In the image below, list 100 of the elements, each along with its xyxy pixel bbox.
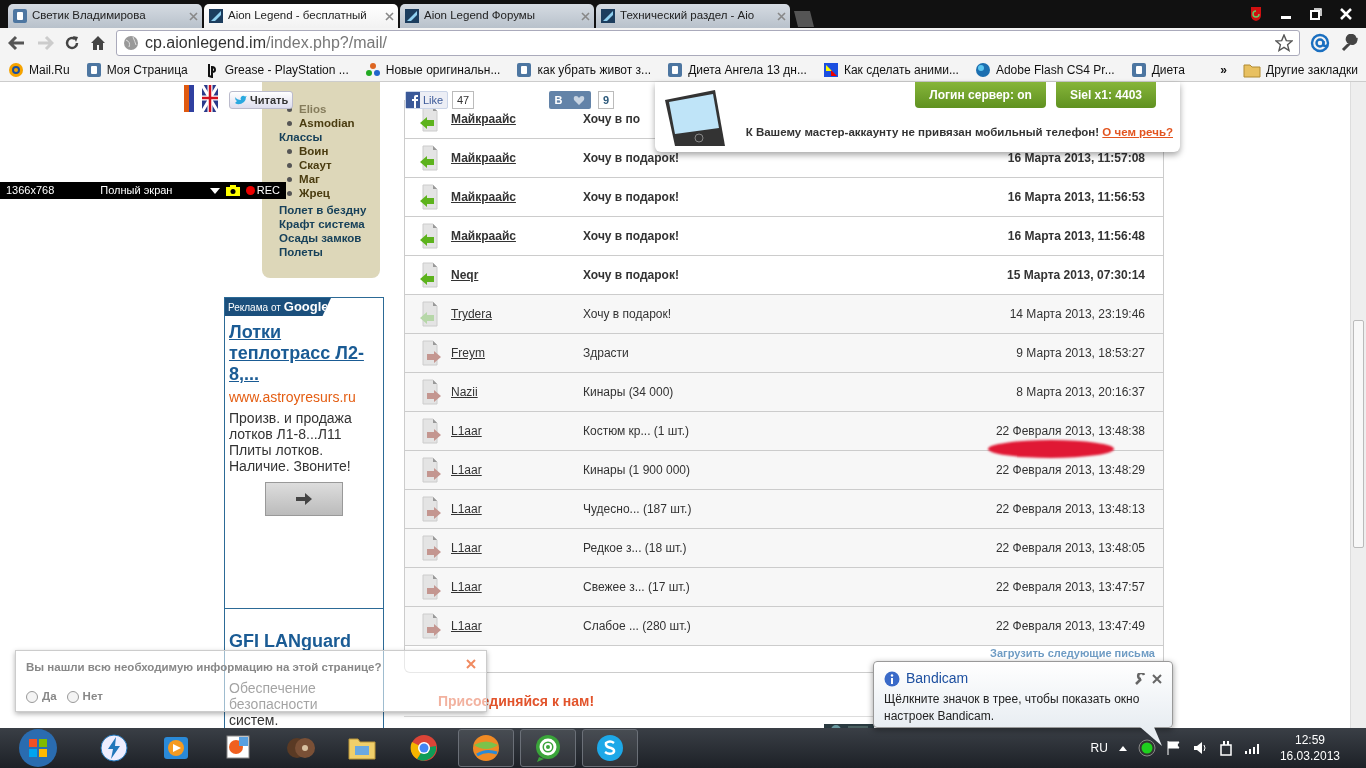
- mode-label[interactable]: Полный экран: [100, 182, 173, 199]
- message-row[interactable]: L1aar Костюм кр... (1 шт.) 22 Февраля 2013, 13:48:38: [405, 412, 1163, 451]
- follow-button[interactable]: Читать: [229, 91, 294, 109]
- menu-link[interactable]: Осады замков: [279, 231, 380, 245]
- message-row[interactable]: Trydera Хочу в подарок! 14 Марта 2013, 23:19:46: [405, 295, 1163, 334]
- bookmark-icon: [667, 61, 684, 78]
- radio-option[interactable]: Да: [26, 688, 57, 706]
- taskbar-app[interactable]: [520, 729, 576, 767]
- heart-icon: [573, 94, 586, 106]
- tab-icon: [404, 8, 420, 24]
- bookmark[interactable]: как убрать живот з...: [516, 60, 652, 79]
- record-icon[interactable]: [1137, 739, 1156, 757]
- menu-link[interactable]: Полеты: [279, 245, 380, 259]
- bookmark[interactable]: Grease - PlayStation ...: [203, 60, 349, 79]
- bookmark-icon: [8, 61, 24, 78]
- message-row[interactable]: Freym Здрасти 9 Марта 2013, 18:53:27: [405, 334, 1163, 373]
- shield-icon: [1250, 6, 1262, 22]
- flag-icon: [184, 85, 200, 112]
- browser-tab[interactable]: Технический раздел - Aio: [596, 4, 790, 28]
- menu-link[interactable]: Крафт система: [279, 217, 380, 231]
- message-row[interactable]: L1aar Свежее з... (17 шт.) 22 Февраля 2013, 13:47:57: [405, 568, 1163, 607]
- notice-text: К Вашему мастер-аккаунту не привязан мобильный телефон! О чем речь?: [745, 125, 1173, 140]
- like-button[interactable]: Like: [405, 91, 449, 109]
- menu-link[interactable]: Полет в бездну: [279, 203, 380, 217]
- record-button[interactable]: REC: [245, 182, 280, 199]
- bookmark[interactable]: Mail.Ru: [8, 60, 70, 79]
- notification-text: Щёлкните значок в трее, чтобы показать окно настроек Bandicam.: [884, 691, 1141, 725]
- language-indicator[interactable]: RU: [1090, 739, 1108, 757]
- url-text: cp.aionlegend.im/index.php?/mail/: [145, 33, 387, 53]
- bookmark-icon: [364, 61, 381, 78]
- clock[interactable]: 12:59 16.03.2013: [1279, 732, 1340, 764]
- resolution-label: 1366x768: [6, 183, 55, 199]
- flag-icon[interactable]: [1165, 740, 1182, 756]
- bookmark[interactable]: Новые оригинальн...: [364, 60, 501, 79]
- other-bookmarks[interactable]: Другие закладки: [1243, 60, 1358, 79]
- skype-icon: [595, 733, 625, 763]
- chrome-icon: [409, 733, 439, 763]
- star-icon[interactable]: [1275, 34, 1293, 52]
- like-count: 9: [598, 91, 615, 109]
- address-bar[interactable]: cp.aionlegend.im/index.php?/mail/: [116, 30, 1300, 56]
- bookmark[interactable]: Диета Ангела 13 дн...: [667, 60, 807, 79]
- notice-link[interactable]: О чем речь?: [1102, 126, 1173, 138]
- bookmark-icon: [85, 61, 102, 78]
- start-button[interactable]: [18, 728, 58, 768]
- maximize-icon[interactable]: [1310, 8, 1322, 20]
- dropdown-icon[interactable]: [209, 186, 220, 195]
- message-row[interactable]: L1aar Редкое з... (18 шт.) 22 Февраля 2013, 13:48:05: [405, 529, 1163, 568]
- more-bookmarks-button[interactable]: »: [1220, 60, 1228, 79]
- at-sign-icon[interactable]: [1310, 33, 1330, 53]
- message-row[interactable]: L1aar Кинары (1 900 000) 22 Февраля 2013, 13:48:29: [405, 451, 1163, 490]
- message-row[interactable]: L1aar Слабое ... (280 шт.) 22 Февраля 2013, 13:47:49: [405, 607, 1163, 646]
- message-row[interactable]: Nazii Кинары (34 000) 8 Марта 2013, 20:16:37: [405, 373, 1163, 412]
- tab-icon: [600, 8, 616, 24]
- ad-url[interactable]: www.astroyresurs.ru: [225, 385, 383, 410]
- taskbar-app[interactable]: [458, 729, 514, 767]
- new-tab-icon[interactable]: [792, 10, 816, 28]
- home-icon[interactable]: [90, 35, 106, 51]
- speaker-icon[interactable]: [1191, 740, 1208, 756]
- at-sign-icon: [533, 733, 563, 763]
- menu-link[interactable]: Жрец: [287, 186, 330, 200]
- record-dot-icon: [245, 186, 255, 195]
- arrow-button[interactable]: [265, 482, 343, 516]
- signal-icon[interactable]: [1243, 741, 1262, 755]
- notification-title: Bandicam: [906, 669, 969, 688]
- scrollbar[interactable]: [1350, 82, 1366, 728]
- menu-heading[interactable]: Классы: [279, 130, 380, 144]
- bookmark[interactable]: Моя Страница: [85, 60, 188, 79]
- menu-link[interactable]: Скаут: [287, 158, 332, 172]
- bookmark[interactable]: Как сделать аними...: [822, 60, 959, 79]
- balloon-tail: [1140, 727, 1164, 747]
- taskbar-app[interactable]: [582, 729, 638, 767]
- browser-tab[interactable]: Aion Legend Форумы: [400, 4, 594, 28]
- message-row[interactable]: L1aar Чудесно... (187 шт.) 22 Февраля 2013, 13:48:13: [405, 490, 1163, 529]
- show-hidden-icons[interactable]: [1117, 744, 1128, 752]
- arrow-icon: [295, 492, 313, 506]
- bookmark-icon: [1130, 61, 1147, 78]
- browser-tab[interactable]: Светик Владимирова: [8, 4, 202, 28]
- bird-icon: [234, 94, 247, 106]
- menu-link[interactable]: Воин: [287, 144, 329, 158]
- bookmark-icon: [516, 61, 533, 78]
- menu-link[interactable]: Asmodian: [287, 116, 355, 130]
- browser-tab[interactable]: Aion Legend - бесплатный: [204, 4, 398, 28]
- ad-title-link[interactable]: Лотки теплотрасс Л2-8,...: [225, 316, 383, 385]
- like-button[interactable]: В: [549, 91, 591, 109]
- reload-icon[interactable]: [64, 35, 80, 51]
- sponsor-name: Google: [283, 298, 329, 317]
- bookmark[interactable]: Adobe Flash CS4 Pr...: [974, 60, 1115, 79]
- lightning-icon: [99, 733, 129, 763]
- camera-icon[interactable]: [225, 185, 240, 196]
- power-icon[interactable]: [1217, 740, 1234, 756]
- join-heading: Присоединяйся к нам!: [438, 692, 595, 711]
- ad-text: Произв. и продажа лотков Л1-8...Л11 Плиты лотков. Наличие. Звоните!: [228, 410, 353, 474]
- tab-icon: [208, 8, 224, 24]
- bookmark[interactable]: Диета: [1130, 60, 1185, 79]
- bookmark-icon: [974, 61, 991, 78]
- back-icon[interactable]: [8, 35, 26, 51]
- scroll-thumb[interactable]: [1353, 320, 1364, 548]
- ad-title-link[interactable]: GFI LANguard: [229, 631, 379, 652]
- radio-option[interactable]: Нет: [66, 688, 103, 706]
- menu-link[interactable]: Маг: [287, 172, 320, 186]
